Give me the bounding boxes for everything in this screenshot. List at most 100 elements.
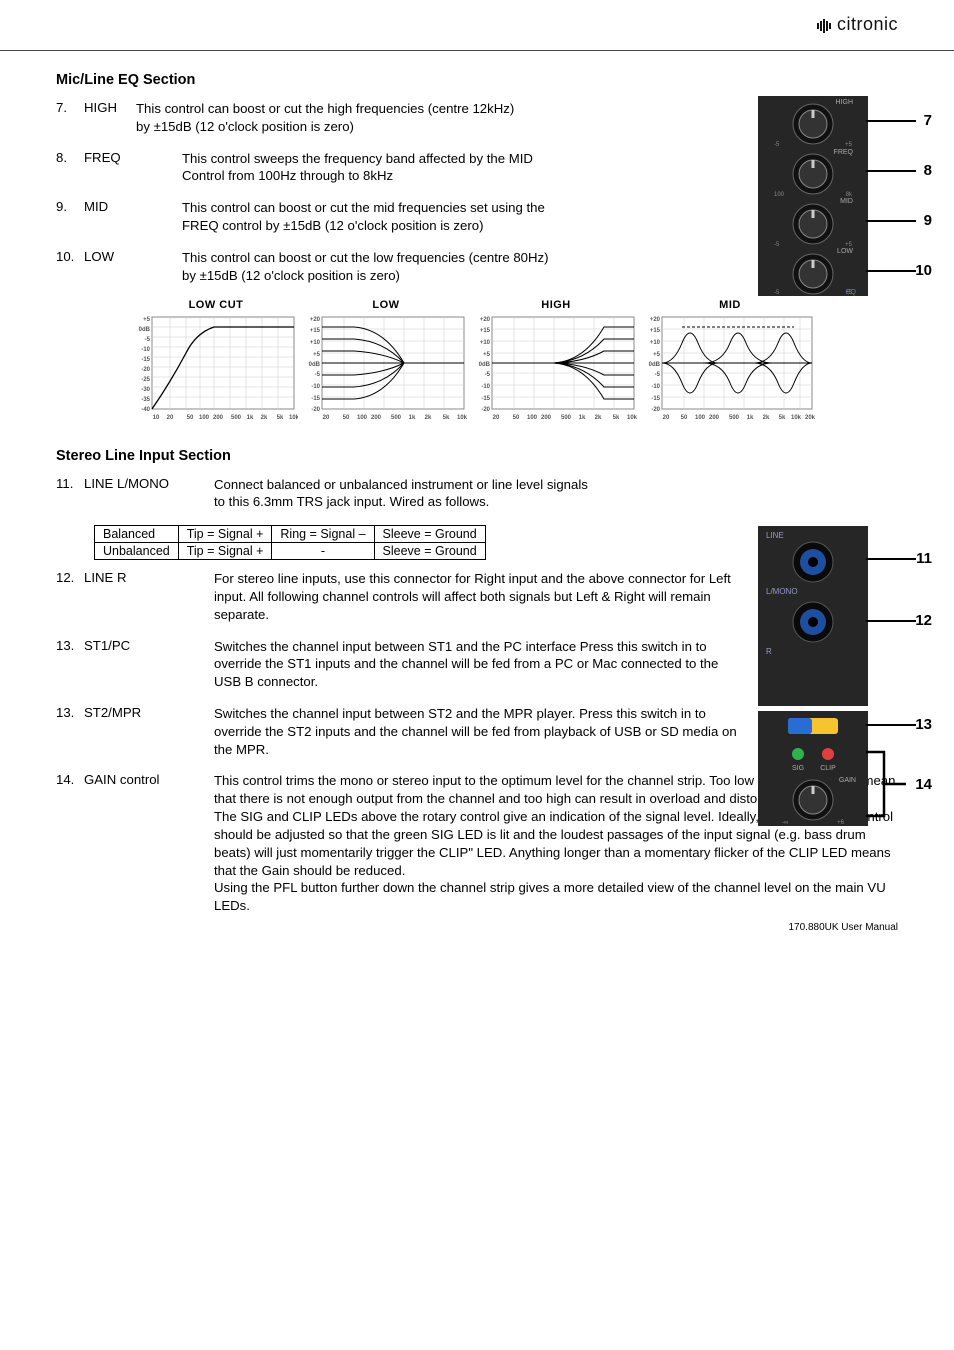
svg-text:1k: 1k [409, 415, 416, 421]
item-label: ST1/PC [84, 638, 214, 691]
svg-text:+10: +10 [480, 340, 491, 346]
svg-text:+10: +10 [650, 340, 661, 346]
item-text: This control can boost or cut the low fr… [182, 250, 549, 265]
svg-text:HIGH: HIGH [836, 99, 854, 106]
cell: Tip = Signal + [178, 543, 272, 560]
svg-text:R: R [766, 647, 772, 656]
svg-text:+10: +10 [310, 340, 321, 346]
item-num: 9. [56, 199, 84, 235]
svg-text:-35: -35 [141, 397, 150, 403]
svg-text:-40: -40 [141, 407, 150, 413]
item-num: 12. [56, 570, 84, 623]
item-label: FREQ [84, 150, 182, 186]
svg-text:2k: 2k [763, 415, 770, 421]
item-text2: by ±15dB (12 o'clock position is zero) [182, 268, 400, 283]
svg-text:-15: -15 [311, 396, 320, 402]
item-num: 13. [56, 705, 84, 758]
svg-text:5k: 5k [443, 415, 450, 421]
svg-text:1k: 1k [747, 415, 754, 421]
svg-text:-10: -10 [481, 384, 490, 390]
svg-text:10k: 10k [791, 415, 802, 421]
svg-text:0dB: 0dB [139, 327, 151, 333]
svg-text:10k: 10k [627, 415, 638, 421]
cell: Balanced [95, 526, 179, 543]
svg-text:5k: 5k [613, 415, 620, 421]
svg-text:-20: -20 [651, 407, 660, 413]
stereo-item-line-lmono: 11. LINE L/MONO Connect balanced or unba… [56, 476, 898, 512]
item-text: Switches the channel input between ST1 a… [214, 639, 718, 690]
svg-text:+20: +20 [480, 317, 491, 323]
svg-text:LOW: LOW [837, 248, 853, 255]
svg-text:50: 50 [513, 415, 520, 421]
svg-text:-20: -20 [311, 407, 320, 413]
svg-text:+6: +6 [837, 820, 845, 826]
svg-text:100: 100 [357, 415, 368, 421]
svg-text:2k: 2k [425, 415, 432, 421]
svg-text:1k: 1k [579, 415, 586, 421]
svg-text:10k: 10k [457, 415, 468, 421]
item-text: For stereo line inputs, use this connect… [214, 571, 731, 622]
svg-text:2k: 2k [595, 415, 602, 421]
signal-table: Balanced Tip = Signal + Ring = Signal – … [94, 525, 486, 560]
item-text2: by ±15dB (12 o'clock position is zero) [136, 119, 354, 134]
svg-text:CLIP: CLIP [820, 765, 836, 772]
item-num: 7. [56, 100, 84, 136]
item-label: LINE R [84, 570, 214, 623]
svg-text:500: 500 [561, 415, 572, 421]
svg-text:LINE: LINE [766, 531, 784, 540]
panel-num-11: 11 [916, 550, 932, 567]
svg-text:50: 50 [681, 415, 688, 421]
svg-text:+5: +5 [483, 352, 491, 358]
svg-text:+15: +15 [480, 328, 491, 334]
svg-text:20: 20 [663, 415, 670, 421]
item-label: HIGH [84, 100, 136, 136]
svg-text:GAIN: GAIN [839, 777, 856, 784]
svg-text:+5: +5 [653, 352, 661, 358]
cell: Sleeve = Ground [374, 543, 485, 560]
svg-text:FREQ: FREQ [834, 149, 854, 156]
svg-text:-15: -15 [481, 396, 490, 402]
item-num: 11. [56, 476, 84, 512]
panel-num-13: 13 [915, 716, 932, 733]
graph-title: MID [644, 299, 816, 311]
item-text2: to this 6.3mm TRS jack input. Wired as f… [214, 494, 489, 509]
item-num: 14. [56, 772, 84, 915]
svg-text:0dB: 0dB [479, 362, 491, 368]
svg-text:100: 100 [774, 192, 785, 198]
svg-text:-10: -10 [141, 347, 150, 353]
item-label: MID [84, 199, 182, 235]
svg-text:10k: 10k [289, 415, 298, 421]
graph-mid: MID +20+15+10+50dB-5-10-15-20 2050100200… [644, 299, 816, 426]
svg-text:0dB: 0dB [309, 362, 321, 368]
cell: Sleeve = Ground [374, 526, 485, 543]
svg-text:500: 500 [391, 415, 402, 421]
panel-num-10: 10 [915, 262, 932, 279]
svg-text:200: 200 [213, 415, 224, 421]
svg-text:+15: +15 [650, 328, 661, 334]
item-body: Connect balanced or unbalanced instrumen… [214, 476, 898, 512]
graph-low-cut: LOW CUT +50dB-5-10-15-20-25-30-35-40 102… [134, 299, 298, 426]
item-text: This control can boost or cut the mid fr… [182, 200, 545, 215]
item-text2: Control from 100Hz through to 8kHz [182, 168, 393, 183]
cell: Tip = Signal + [178, 526, 272, 543]
svg-text:100: 100 [527, 415, 538, 421]
table-row: Unbalanced Tip = Signal + - Sleeve = Gro… [95, 543, 486, 560]
svg-text:L/MONO: L/MONO [766, 587, 798, 596]
svg-text:-30: -30 [141, 387, 150, 393]
item-text3: Using the PFL button further down the ch… [214, 880, 886, 913]
svg-text:20k: 20k [805, 415, 816, 421]
cell: Ring = Signal – [272, 526, 374, 543]
brand-name: citronic [837, 14, 898, 34]
svg-text:+15: +15 [310, 328, 321, 334]
svg-text:+20: +20 [310, 317, 321, 323]
svg-text:500: 500 [231, 415, 242, 421]
table-row: Balanced Tip = Signal + Ring = Signal – … [95, 526, 486, 543]
freq-graphs-row: LOW CUT +50dB-5-10-15-20-25-30-35-40 102… [134, 299, 898, 426]
svg-text:5k: 5k [277, 415, 284, 421]
svg-text:-20: -20 [141, 367, 150, 373]
svg-text:100: 100 [695, 415, 706, 421]
graph-title: LOW [304, 299, 468, 311]
item-label: LINE L/MONO [84, 476, 214, 512]
svg-text:+5: +5 [143, 317, 151, 323]
svg-text:5k: 5k [779, 415, 786, 421]
